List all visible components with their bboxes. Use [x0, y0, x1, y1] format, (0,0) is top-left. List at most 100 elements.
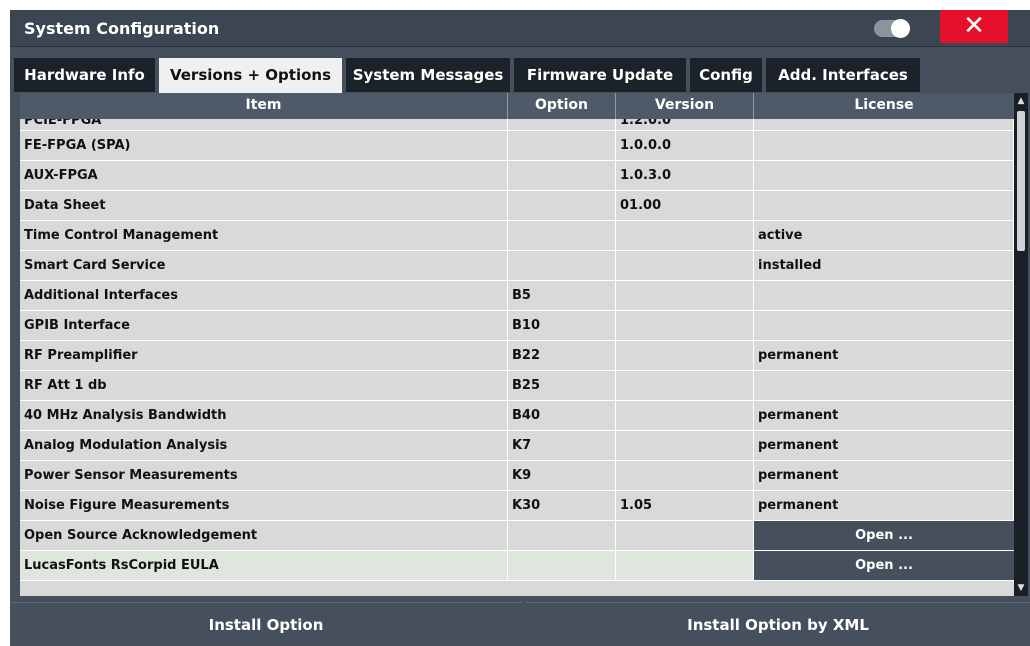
scroll-down-arrow-icon[interactable]: ▼ — [1014, 580, 1028, 596]
version-cell — [616, 461, 754, 490]
table-header: Item Option Version License — [20, 93, 1014, 119]
option-cell: B25 — [508, 371, 616, 400]
version-cell — [616, 371, 754, 400]
item-cell: Data Sheet — [20, 191, 508, 220]
option-cell: K9 — [508, 461, 616, 490]
tab-bar: Hardware Info Versions + Options System … — [10, 58, 1030, 94]
option-cell: K30 — [508, 491, 616, 520]
license-cell: permanent — [754, 491, 1014, 520]
tab-firmware-update[interactable]: Firmware Update — [514, 58, 686, 92]
table-row[interactable]: Power Sensor Measurements K9 permanent — [20, 461, 1014, 491]
table-row[interactable]: RF Att 1 db B25 — [20, 371, 1014, 401]
item-cell: LucasFonts RsCorpid EULA — [20, 551, 508, 580]
version-cell: 1.0.3.0 — [616, 161, 754, 190]
column-header-option[interactable]: Option — [508, 93, 616, 119]
option-cell — [508, 251, 616, 280]
option-cell — [508, 521, 616, 550]
table-row[interactable]: AUX-FPGA 1.0.3.0 — [20, 161, 1014, 191]
close-button[interactable]: ✕ — [940, 10, 1008, 43]
tab-add-interfaces[interactable]: Add. Interfaces — [766, 58, 920, 92]
option-cell — [508, 191, 616, 220]
item-cell: Time Control Management — [20, 221, 508, 250]
item-cell: RF Preamplifier — [20, 341, 508, 370]
option-cell — [508, 119, 616, 130]
license-cell — [754, 311, 1014, 340]
license-cell — [754, 371, 1014, 400]
version-cell: 01.00 — [616, 191, 754, 220]
open-button[interactable]: Open ... — [754, 521, 1014, 550]
license-cell: permanent — [754, 401, 1014, 430]
option-cell — [508, 131, 616, 160]
version-cell — [616, 521, 754, 550]
tab-versions-options[interactable]: Versions + Options — [159, 58, 342, 94]
license-cell — [754, 131, 1014, 160]
system-configuration-dialog: System Configuration ✕ Hardware Info Ver… — [10, 10, 1030, 646]
table-row[interactable]: Smart Card Service installed — [20, 251, 1014, 281]
toggle-switch[interactable] — [874, 19, 910, 38]
version-cell: 1.0.0.0 — [616, 131, 754, 160]
version-cell: 1.2.0.0 — [616, 119, 754, 130]
table-row[interactable]: PCIE-FPGA 1.2.0.0 — [20, 119, 1014, 131]
table-row[interactable]: Analog Modulation Analysis K7 permanent — [20, 431, 1014, 461]
tab-hardware-info[interactable]: Hardware Info — [14, 58, 155, 92]
tab-system-messages[interactable]: System Messages — [346, 58, 510, 92]
option-cell: K7 — [508, 431, 616, 460]
close-icon: ✕ — [963, 11, 985, 41]
version-cell — [616, 431, 754, 460]
table-row[interactable]: Open Source Acknowledgement Open ... — [20, 521, 1014, 551]
table-row[interactable]: 40 MHz Analysis Bandwidth B40 permanent — [20, 401, 1014, 431]
option-cell — [508, 221, 616, 250]
version-cell — [616, 551, 754, 580]
table-row[interactable]: FE-FPGA (SPA) 1.0.0.0 — [20, 131, 1014, 161]
item-cell: Noise Figure Measurements — [20, 491, 508, 520]
version-cell — [616, 401, 754, 430]
license-cell: permanent — [754, 431, 1014, 460]
option-cell — [508, 161, 616, 190]
item-cell: PCIE-FPGA — [20, 119, 508, 130]
window-title: System Configuration — [24, 19, 220, 38]
install-option-by-xml-button[interactable]: Install Option by XML — [526, 602, 1030, 646]
column-header-license[interactable]: License — [754, 93, 1014, 119]
tab-config[interactable]: Config — [690, 58, 762, 92]
license-cell: active — [754, 221, 1014, 250]
scrollbar-thumb[interactable] — [1017, 111, 1025, 251]
license-cell: permanent — [754, 341, 1014, 370]
open-button[interactable]: Open ... — [754, 551, 1014, 580]
versions-options-table: FE-FPGA (SPA) 1.0.0.0 AUX-FPGA 1.0.3.0 Data … — [20, 93, 1028, 596]
table-row[interactable]: RF Preamplifier B22 permanent — [20, 341, 1014, 371]
item-cell: AUX-FPGA — [20, 161, 508, 190]
item-cell: Additional Interfaces — [20, 281, 508, 310]
column-header-item[interactable]: Item — [20, 93, 508, 119]
title-bar: System Configuration ✕ — [10, 10, 1030, 47]
license-cell — [754, 161, 1014, 190]
version-cell — [616, 311, 754, 340]
item-cell: 40 MHz Analysis Bandwidth — [20, 401, 508, 430]
option-cell — [508, 551, 616, 580]
table-row[interactable]: Noise Figure Measurements K30 1.05 permanen… — [20, 491, 1014, 521]
option-cell: B5 — [508, 281, 616, 310]
table-row[interactable]: Additional Interfaces B5 — [20, 281, 1014, 311]
table-row[interactable]: Time Control Management active — [20, 221, 1014, 251]
table-body: FE-FPGA (SPA) 1.0.0.0 AUX-FPGA 1.0.3.0 Data … — [20, 131, 1014, 581]
option-cell: B10 — [508, 311, 616, 340]
option-cell: B22 — [508, 341, 616, 370]
toggle-knob — [891, 19, 910, 38]
scroll-up-arrow-icon[interactable]: ▲ — [1014, 93, 1028, 109]
license-cell: installed — [754, 251, 1014, 280]
table-row[interactable]: GPIB Interface B10 — [20, 311, 1014, 341]
vertical-scrollbar[interactable]: ▲ ▼ — [1014, 93, 1028, 596]
option-cell: B40 — [508, 401, 616, 430]
column-header-version[interactable]: Version — [616, 93, 754, 119]
table-row[interactable]: Data Sheet 01.00 — [20, 191, 1014, 221]
install-option-button[interactable]: Install Option — [10, 602, 522, 646]
table-row[interactable]: LucasFonts RsCorpid EULA Open ... — [20, 551, 1014, 581]
item-cell: Smart Card Service — [20, 251, 508, 280]
version-cell — [616, 281, 754, 310]
item-cell: Power Sensor Measurements — [20, 461, 508, 490]
item-cell: Open Source Acknowledgement — [20, 521, 508, 550]
item-cell: Analog Modulation Analysis — [20, 431, 508, 460]
license-cell — [754, 191, 1014, 220]
license-cell: permanent — [754, 461, 1014, 490]
item-cell: FE-FPGA (SPA) — [20, 131, 508, 160]
version-cell — [616, 221, 754, 250]
